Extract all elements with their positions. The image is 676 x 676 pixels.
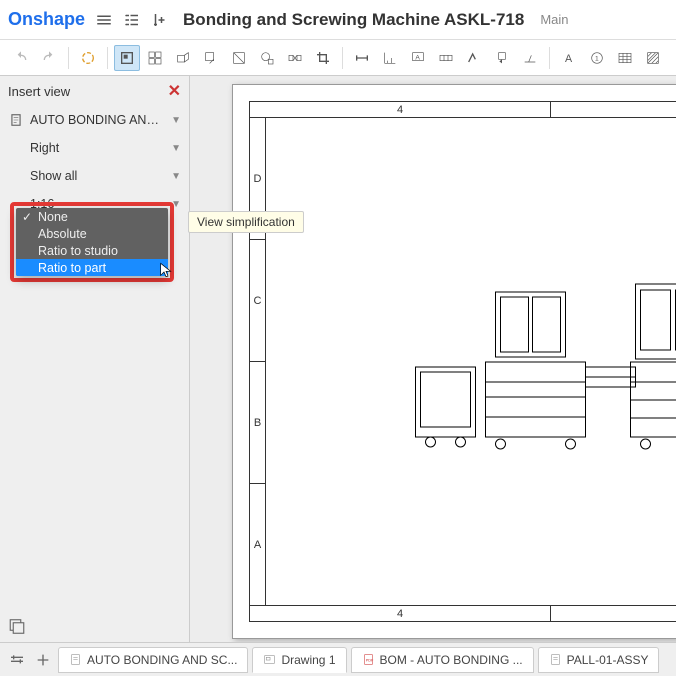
drawing-border: 4 3 D C B A 4 3 [249, 101, 676, 622]
tab-label: BOM - AUTO BONDING ... [380, 653, 523, 667]
tab-label: AUTO BONDING AND SC... [87, 653, 237, 667]
document-select[interactable]: AUTO BONDING AND SC ▼ [0, 106, 189, 134]
doc-icon [8, 112, 24, 128]
tab-pall[interactable]: PALL-01-ASSY [538, 647, 660, 673]
chevron-down-icon: ▼ [171, 171, 181, 182]
drawing-sheet: 4 3 D C B A 4 3 [232, 84, 676, 639]
tree-icon[interactable] [123, 11, 141, 29]
four-view-button[interactable] [142, 45, 168, 71]
svg-text:1: 1 [595, 55, 599, 62]
logo: Onshape [8, 9, 85, 30]
dropdown-item-ratio-studio[interactable]: Ratio to studio [16, 242, 168, 259]
text-button[interactable]: A [556, 45, 582, 71]
orientation-value: Right [30, 141, 171, 155]
tab-label: Drawing 1 [281, 653, 335, 667]
add-tab-icon[interactable] [32, 649, 54, 671]
menu-icon[interactable] [95, 11, 113, 29]
tab-bom[interactable]: PDF BOM - AUTO BONDING ... [351, 647, 534, 673]
document-title: Bonding and Screwing Machine ASKL-718 [183, 10, 524, 30]
drawing-canvas[interactable]: 4 3 D C B A 4 3 [190, 76, 676, 642]
svg-text:PDF: PDF [365, 659, 373, 663]
panel-title: Insert view [8, 84, 70, 99]
ruler-cell: 3 [551, 102, 676, 117]
app-header: Onshape Bonding and Screwing Machine ASK… [0, 0, 676, 40]
separator [342, 47, 343, 69]
main-area: Insert view ✕ AUTO BONDING AND SC ▼ Righ… [0, 76, 676, 642]
document-select-value: AUTO BONDING AND SC [30, 113, 165, 127]
ruler-top: 4 3 [250, 102, 676, 118]
svg-text:A: A [415, 54, 420, 61]
tooltip: View simplification [188, 211, 304, 233]
close-icon[interactable]: ✕ [168, 81, 181, 101]
machine-view [410, 282, 676, 452]
toolbar: A A 1 [0, 40, 676, 76]
note-button[interactable]: A [405, 45, 431, 71]
callout-button[interactable]: 1 [584, 45, 610, 71]
separator [68, 47, 69, 69]
hatch-button[interactable] [640, 45, 666, 71]
projected-view-button[interactable] [170, 45, 196, 71]
insert-view-panel: Insert view ✕ AUTO BONDING AND SC ▼ Righ… [0, 76, 190, 642]
simplification-dropdown[interactable]: None Absolute Ratio to studio Ratio to p… [16, 208, 168, 276]
orientation-select[interactable]: Right ▼ [0, 134, 189, 162]
tab-bar: AUTO BONDING AND SC... Drawing 1 PDF BOM… [0, 642, 676, 676]
break-view-button[interactable] [282, 45, 308, 71]
ruler-cell: A [250, 484, 265, 605]
chevron-down-icon: ▼ [171, 115, 181, 126]
separator [107, 47, 108, 69]
dimension-button[interactable] [349, 45, 375, 71]
add-feature-icon[interactable] [151, 11, 169, 29]
svg-text:A: A [565, 53, 573, 65]
pdf-icon: PDF [362, 653, 375, 666]
update-icon[interactable] [75, 45, 101, 71]
version-label[interactable]: Main [540, 12, 568, 27]
simplification-dropdown-highlight: None Absolute Ratio to studio Ratio to p… [10, 202, 174, 282]
doc-icon [549, 653, 562, 666]
separator [549, 47, 550, 69]
section-view-button[interactable] [226, 45, 252, 71]
datum-button[interactable] [489, 45, 515, 71]
sheet-icon[interactable] [8, 616, 26, 634]
weld-button[interactable] [517, 45, 543, 71]
redo-button[interactable] [36, 45, 62, 71]
crop-view-button[interactable] [310, 45, 336, 71]
gtol-button[interactable] [433, 45, 459, 71]
tab-options-icon[interactable] [6, 649, 28, 671]
tab-auto-bonding[interactable]: AUTO BONDING AND SC... [58, 647, 248, 673]
dropdown-item-none[interactable]: None [16, 208, 168, 225]
aux-view-button[interactable] [198, 45, 224, 71]
ruler-cell: 3 [551, 606, 676, 621]
dropdown-item-absolute[interactable]: Absolute [16, 225, 168, 242]
dropdown-item-ratio-part[interactable]: Ratio to part [16, 259, 168, 276]
tab-label: PALL-01-ASSY [567, 653, 649, 667]
drawing-icon [263, 653, 276, 666]
insert-view-button[interactable] [114, 45, 140, 71]
tab-drawing-1[interactable]: Drawing 1 [252, 647, 346, 673]
ruler-left: D C B A [250, 118, 266, 605]
ruler-cell: 4 [250, 606, 551, 621]
ruler-bottom: 4 3 [250, 605, 676, 621]
ruler-cell: B [250, 362, 265, 484]
table-button[interactable] [612, 45, 638, 71]
ruler-cell: 4 [250, 102, 551, 117]
doc-icon [69, 653, 82, 666]
chevron-down-icon: ▼ [171, 143, 181, 154]
visibility-value: Show all [30, 169, 171, 183]
visibility-select[interactable]: Show all ▼ [0, 162, 189, 190]
ruler-cell: C [250, 240, 265, 362]
ordinate-button[interactable] [377, 45, 403, 71]
detail-view-button[interactable] [254, 45, 280, 71]
surface-finish-button[interactable] [461, 45, 487, 71]
undo-button[interactable] [8, 45, 34, 71]
panel-header: Insert view ✕ [0, 76, 189, 106]
